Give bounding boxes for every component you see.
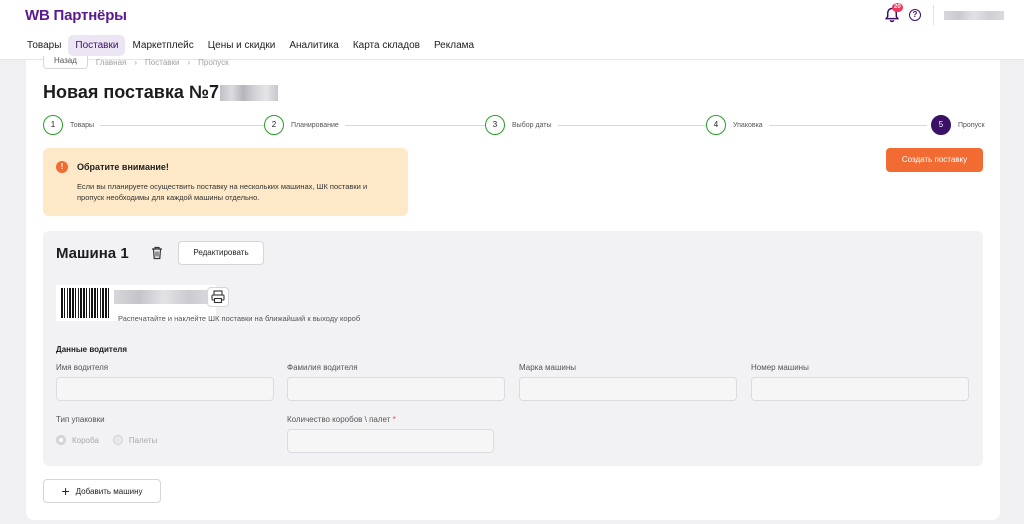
radio-boxes-label: Короба (72, 435, 99, 445)
step-number: 5 (931, 115, 951, 135)
car-brand-input[interactable] (519, 377, 737, 401)
top-header: WB Партнёры Товары Поставки Маркетплейс … (0, 0, 1024, 60)
nav-item-prices[interactable]: Цены и скидки (201, 35, 283, 56)
car-number-input[interactable] (751, 377, 969, 401)
breadcrumb-current: Пропуск (198, 58, 229, 67)
back-button[interactable]: Назад (43, 56, 88, 69)
step-2[interactable]: 2 Планирование (264, 115, 345, 135)
exclamation-icon: ! (56, 161, 68, 173)
edit-button[interactable]: Редактировать (178, 241, 264, 265)
car-brand-label: Марка машины (519, 363, 577, 372)
breadcrumb-separator: › (187, 58, 191, 67)
nav-item-ads[interactable]: Реклама (427, 35, 481, 56)
bell-icon[interactable]: 20 (884, 3, 903, 23)
header-divider (933, 5, 934, 25)
logo[interactable]: WB Партнёры (25, 7, 127, 24)
nav-item-warehouse-map[interactable]: Карта складов (346, 35, 427, 56)
main-card: Назад Главная › Поставки › Пропуск Новая… (26, 56, 1000, 520)
nav-item-products[interactable]: Товары (20, 35, 68, 56)
question-circle-icon[interactable]: ? (909, 9, 921, 21)
machine-panel: Машина 1 Редактировать Распечатайте и на… (43, 231, 983, 466)
trash-icon[interactable] (151, 246, 163, 260)
driver-first-name-input[interactable] (56, 377, 274, 401)
notification-badge: 20 (892, 3, 903, 12)
machine-title: Машина 1 (56, 245, 129, 262)
breadcrumb-separator: › (134, 58, 138, 67)
notice-text: Если вы планируете осуществить поставку … (77, 182, 368, 202)
step-label: Товары (70, 121, 95, 129)
breadcrumb-home[interactable]: Главная (96, 58, 126, 67)
nav-item-supplies[interactable]: Поставки (68, 35, 126, 56)
attention-notice: ! Обратите внимание! Если вы планируете … (43, 148, 408, 216)
barcode-image (61, 288, 111, 318)
notice-title: Обратите внимание! (77, 162, 169, 172)
barcode-number-blurred (114, 290, 214, 304)
radio-boxes[interactable] (56, 435, 66, 445)
header-actions: 20 ? (884, 3, 1004, 25)
box-count-label: Количество коробов \ палет * (287, 415, 396, 424)
last-name-label: Фамилия водителя (287, 363, 358, 372)
supply-number-blurred (219, 84, 278, 101)
step-3[interactable]: 3 Выбор даты (485, 115, 558, 135)
step-5[interactable]: 5 Пропуск (927, 115, 991, 135)
box-count-input[interactable] (287, 429, 494, 453)
box-count-label-text: Количество коробов \ палет (287, 415, 391, 424)
step-number: 1 (43, 115, 63, 135)
add-machine-button[interactable]: + Добавить машину (43, 479, 161, 503)
printer-icon[interactable] (207, 287, 229, 307)
step-number: 4 (706, 115, 726, 135)
step-number: 3 (485, 115, 505, 135)
nav-item-marketplace[interactable]: Маркетплейс (125, 35, 200, 56)
step-label: Планирование (291, 121, 339, 129)
barcode-hint: Распечатайте и наклейте ШК поставки на б… (118, 314, 361, 323)
radio-pallets[interactable] (112, 435, 123, 445)
breadcrumb-supplies[interactable]: Поставки (145, 58, 179, 67)
stepper: 1 Товары 2 Планирование 3 Выбор даты 4 У… (43, 115, 991, 135)
breadcrumb: Назад Главная › Поставки › Пропуск (43, 56, 229, 69)
plus-icon: + (61, 483, 70, 499)
required-mark: * (392, 415, 396, 424)
step-label: Упаковка (733, 121, 763, 129)
page-title: Новая поставка №7 (43, 82, 278, 103)
step-label: Выбор даты (512, 121, 552, 129)
user-name-blurred[interactable] (944, 10, 1004, 20)
radio-pallets-label: Палеты (128, 435, 158, 445)
package-type-options: Короба Палеты (56, 435, 157, 445)
step-number: 2 (264, 115, 284, 135)
page-title-text: Новая поставка №7 (43, 82, 219, 102)
step-4[interactable]: 4 Упаковка (706, 115, 769, 135)
driver-section-title: Данные водителя (56, 345, 128, 354)
add-machine-label: Добавить машину (75, 486, 143, 496)
package-type-label: Тип упаковки (56, 415, 105, 424)
step-1[interactable]: 1 Товары (43, 115, 101, 135)
driver-last-name-input[interactable] (287, 377, 505, 401)
nav-item-analytics[interactable]: Аналитика (282, 35, 346, 56)
main-nav: Товары Поставки Маркетплейс Цены и скидк… (20, 35, 481, 56)
car-number-label: Номер машины (751, 363, 809, 372)
create-supply-button[interactable]: Создать поставку (886, 148, 983, 172)
step-label: Пропуск (958, 121, 985, 129)
first-name-label: Имя водителя (56, 363, 109, 372)
